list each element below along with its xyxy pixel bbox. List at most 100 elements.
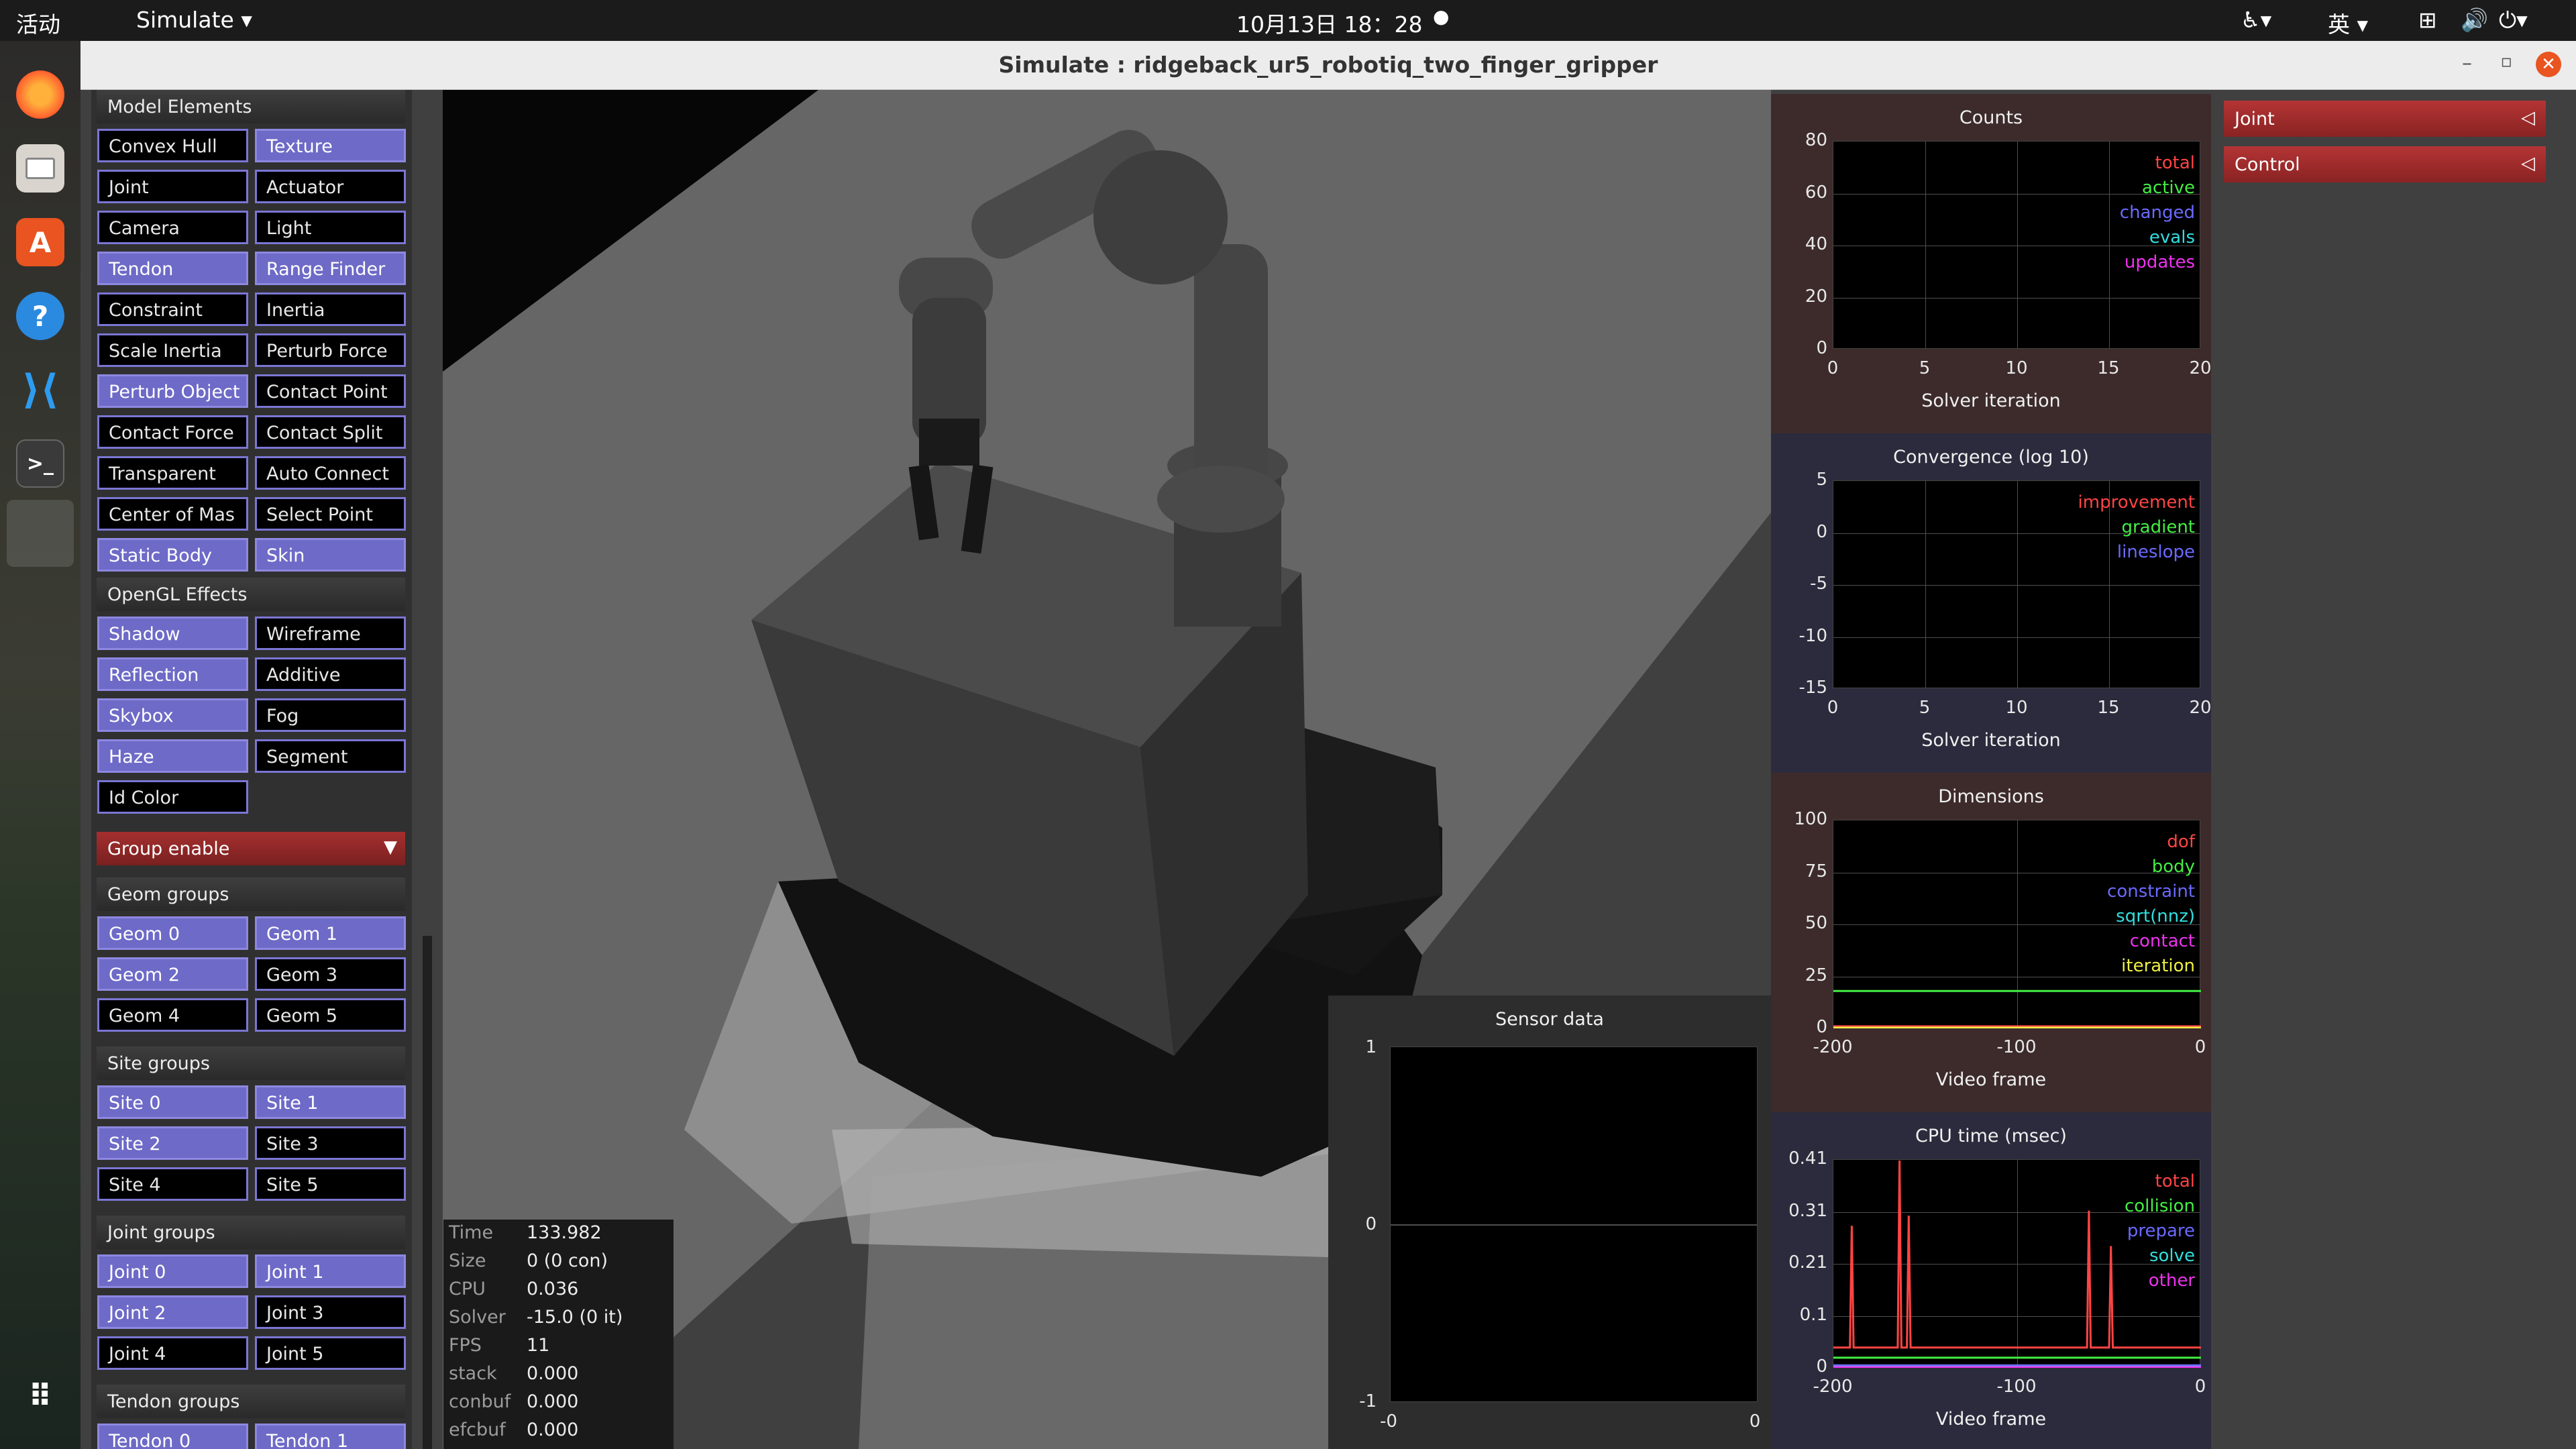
toggle-joint-0[interactable]: Joint 0 — [97, 1254, 248, 1288]
toggle-wireframe[interactable]: Wireframe — [255, 616, 406, 650]
screen: 活动 Simulate ▾ 10月13日 18：28 ● ♿▾ 英 ▾ ⊞ 🔊 … — [0, 0, 2576, 1449]
left-panel-scrollbar[interactable] — [423, 936, 432, 1449]
toggle-select-point[interactable]: Select Point — [255, 497, 406, 531]
info-value: 11 — [527, 1335, 550, 1356]
toggle-id-color[interactable]: Id Color — [97, 780, 248, 814]
legend-entry: dof — [2167, 832, 2195, 852]
app-menu-label: Simulate — [136, 7, 234, 33]
toggle-auto-connect[interactable]: Auto Connect — [255, 456, 406, 490]
toggle-contact-point[interactable]: Contact Point — [255, 374, 406, 408]
toggle-convex-hull[interactable]: Convex Hull — [97, 129, 248, 162]
toggle-range-finder[interactable]: Range Finder — [255, 252, 406, 285]
legend-entry: iteration — [2121, 956, 2195, 976]
toggle-constraint[interactable]: Constraint — [97, 292, 248, 326]
toggle-tendon[interactable]: Tendon — [97, 252, 248, 285]
dock: A ? ⟩⟨ >_ ⠿ — [0, 41, 80, 1449]
toggle-skin[interactable]: Skin — [255, 538, 406, 572]
sensor-data-panel: Sensor data 1 0 -1 -0 0 — [1328, 996, 1771, 1449]
input-method-indicator[interactable]: 英 ▾ — [2328, 7, 2368, 39]
toggle-shadow[interactable]: Shadow — [97, 616, 248, 650]
toggle-site-0[interactable]: Site 0 — [97, 1085, 248, 1119]
toggle-camera[interactable]: Camera — [97, 211, 248, 244]
section-group-enable[interactable]: Group enable ▼ — [97, 832, 405, 865]
power-icon[interactable]: ⏻▾ — [2499, 7, 2528, 34]
toggle-site-4[interactable]: Site 4 — [97, 1167, 248, 1201]
toggle-actuator[interactable]: Actuator — [255, 170, 406, 203]
section-site-groups[interactable]: Site groups — [97, 1046, 405, 1080]
info-value: 0.000 — [527, 1363, 579, 1384]
toggle-texture[interactable]: Texture — [255, 129, 406, 162]
toggle-static-body[interactable]: Static Body — [97, 538, 248, 572]
toggle-perturb-force[interactable]: Perturb Force — [255, 333, 406, 367]
section-opengl-effects[interactable]: OpenGL Effects — [97, 578, 405, 611]
help-icon[interactable]: ? — [16, 292, 64, 340]
toggle-geom-3[interactable]: Geom 3 — [255, 957, 406, 991]
ytick-label: 60 — [1805, 182, 1827, 203]
apps-grid-icon[interactable]: ⠿ — [16, 1372, 64, 1420]
toggle-joint-2[interactable]: Joint 2 — [97, 1295, 248, 1329]
activities-button[interactable]: 活动 — [16, 7, 60, 39]
series-line-total — [1833, 1160, 2201, 1349]
blank-app-icon[interactable] — [7, 500, 74, 567]
accessibility-icon[interactable]: ♿▾ — [2241, 7, 2271, 33]
close-icon[interactable]: ✕ — [2536, 52, 2561, 77]
software-icon[interactable]: A — [16, 218, 64, 266]
toggle-additive[interactable]: Additive — [255, 657, 406, 691]
app-menu[interactable]: Simulate ▾ — [136, 7, 252, 33]
toggle-site-2[interactable]: Site 2 — [97, 1126, 248, 1160]
network-icon[interactable]: ⊞ — [2418, 7, 2437, 33]
toggle-joint[interactable]: Joint — [97, 170, 248, 203]
toggle-geom-1[interactable]: Geom 1 — [255, 916, 406, 950]
section-title: Geom groups — [107, 884, 229, 905]
files-icon[interactable] — [16, 144, 64, 193]
section-label: Joint — [2235, 109, 2275, 129]
ytick-label: -5 — [1810, 574, 1827, 594]
toggle-contact-force[interactable]: Contact Force — [97, 415, 248, 449]
ytick-label: 0.21 — [1788, 1252, 1827, 1273]
toggle-light[interactable]: Light — [255, 211, 406, 244]
toggle-segment[interactable]: Segment — [255, 739, 406, 773]
toggle-tendon-0[interactable]: Tendon 0 — [97, 1424, 248, 1449]
toggle-site-3[interactable]: Site 3 — [255, 1126, 406, 1160]
legend-entry: lineslope — [2116, 542, 2195, 562]
toggle-transparent[interactable]: Transparent — [97, 456, 248, 490]
sensor-ytick: 0 — [1365, 1214, 1377, 1234]
vscode-icon[interactable]: ⟩⟨ — [16, 366, 64, 414]
section-joint[interactable]: Joint ◁ — [2224, 101, 2546, 137]
toggle-skybox[interactable]: Skybox — [97, 698, 248, 732]
toggle-scale-inertia[interactable]: Scale Inertia — [97, 333, 248, 367]
terminal-icon[interactable]: >_ — [16, 439, 64, 488]
minimize-icon[interactable]: – — [2462, 52, 2472, 75]
toggle-joint-5[interactable]: Joint 5 — [255, 1336, 406, 1370]
firefox-icon[interactable] — [16, 70, 64, 119]
section-geom-groups[interactable]: Geom groups — [97, 877, 405, 911]
toggle-contact-split[interactable]: Contact Split — [255, 415, 406, 449]
figure-title: Counts — [1959, 107, 2023, 128]
toggle-perturb-object[interactable]: Perturb Object — [97, 374, 248, 408]
toggle-haze[interactable]: Haze — [97, 739, 248, 773]
section-control[interactable]: Control ◁ — [2224, 146, 2546, 182]
section-tendon-groups[interactable]: Tendon groups — [97, 1385, 405, 1418]
toggle-geom-4[interactable]: Geom 4 — [97, 998, 248, 1032]
section-model-elements[interactable]: Model Elements — [97, 90, 405, 123]
legend-entry: constraint — [2107, 881, 2195, 902]
toggle-joint-1[interactable]: Joint 1 — [255, 1254, 406, 1288]
legend-entry: updates — [2124, 252, 2195, 272]
toggle-reflection[interactable]: Reflection — [97, 657, 248, 691]
toggle-joint-3[interactable]: Joint 3 — [255, 1295, 406, 1329]
toggle-inertia[interactable]: Inertia — [255, 292, 406, 326]
toggle-center-of-mas[interactable]: Center of Mas — [97, 497, 248, 531]
toggle-fog[interactable]: Fog — [255, 698, 406, 732]
toggle-joint-4[interactable]: Joint 4 — [97, 1336, 248, 1370]
toggle-geom-0[interactable]: Geom 0 — [97, 916, 248, 950]
toggle-tendon-1[interactable]: Tendon 1 — [255, 1424, 406, 1449]
x-axis-label: Solver iteration — [1921, 730, 2061, 751]
maximize-icon[interactable]: ▫ — [2500, 52, 2512, 72]
toggle-site-1[interactable]: Site 1 — [255, 1085, 406, 1119]
toggle-geom-2[interactable]: Geom 2 — [97, 957, 248, 991]
toggle-geom-5[interactable]: Geom 5 — [255, 998, 406, 1032]
section-joint-groups[interactable]: Joint groups — [97, 1216, 405, 1249]
volume-icon[interactable]: 🔊 — [2461, 7, 2488, 34]
toggle-site-5[interactable]: Site 5 — [255, 1167, 406, 1201]
clock[interactable]: 10月13日 18：28 — [1236, 7, 1422, 39]
